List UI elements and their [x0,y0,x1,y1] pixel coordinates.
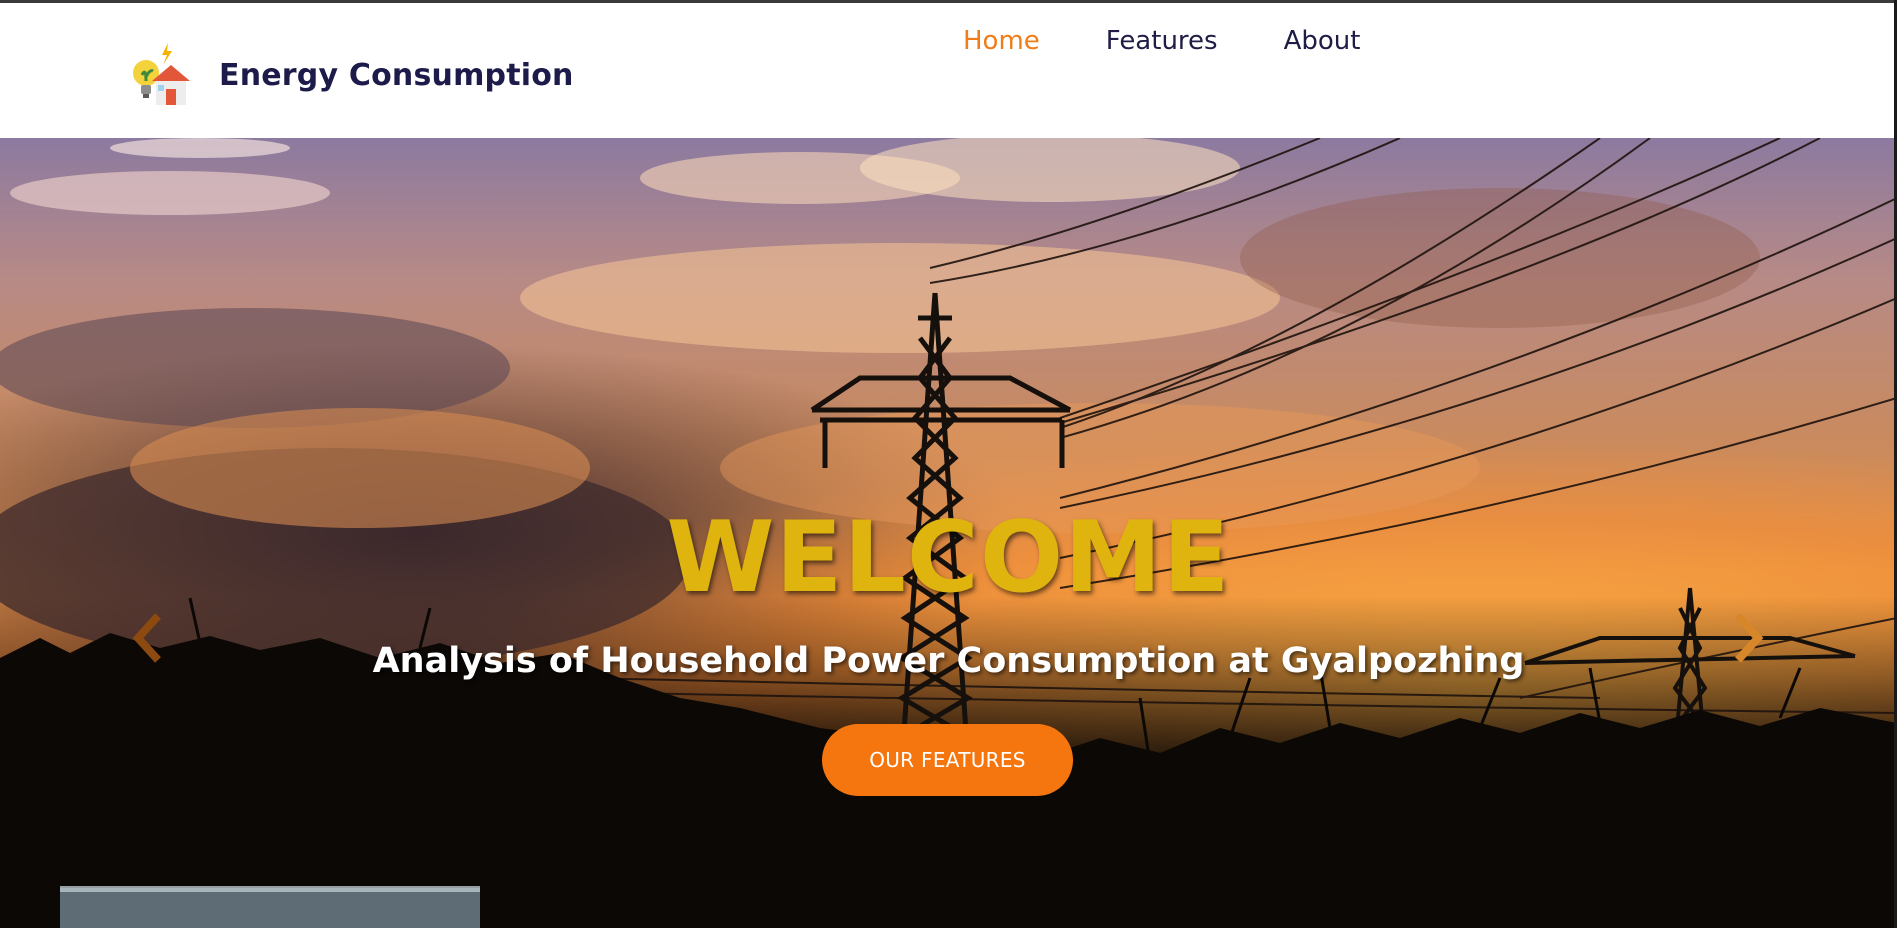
hero-carousel: WELCOME Analysis of Household Power Cons… [0,138,1897,928]
site-header: Energy Consumption Home Features About [0,3,1897,138]
nav-link-about[interactable]: About [1284,25,1361,57]
bulb-plant-house-logo-icon [128,41,192,109]
brand-name: Energy Consumption [219,57,574,93]
brand[interactable]: Energy Consumption [128,41,574,109]
nav-link-home[interactable]: Home [963,25,1040,57]
our-features-button[interactable]: OUR FEATURES [822,724,1073,796]
hero-title: WELCOME [666,501,1231,615]
nav-link-features[interactable]: Features [1106,25,1218,57]
hero-subtitle: Analysis of Household Power Consumption … [372,641,1525,681]
main-nav: Home Features About [963,25,1426,57]
